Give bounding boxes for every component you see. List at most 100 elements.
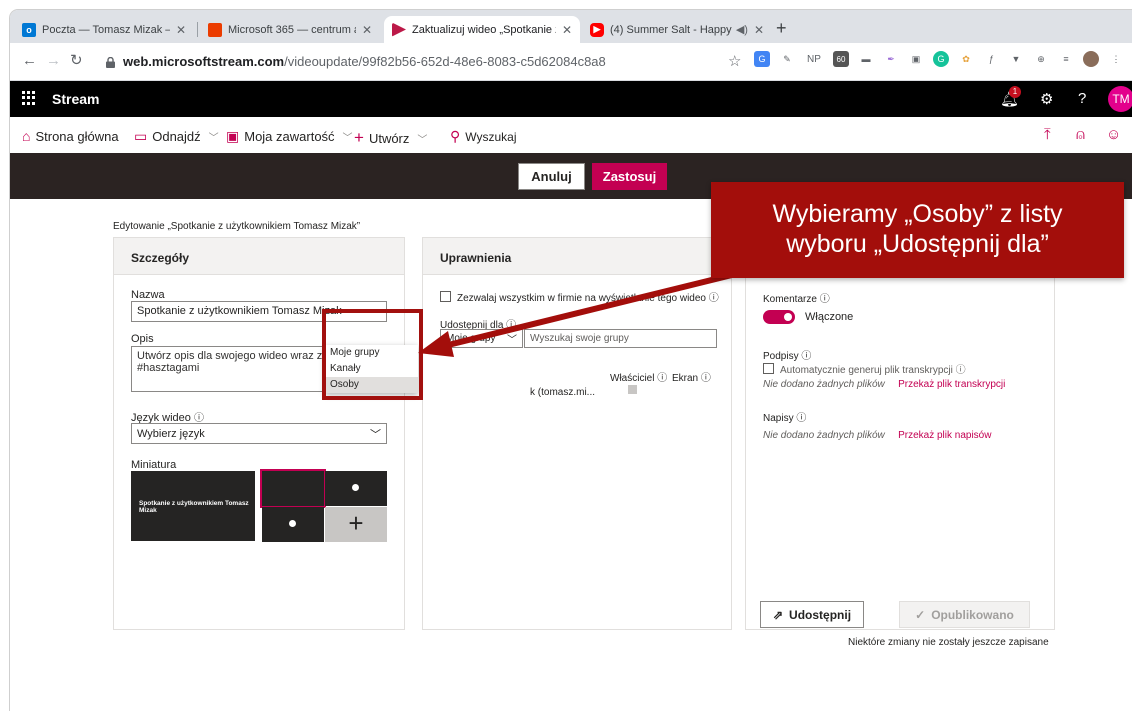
nav-search[interactable]: ⚲ Wyszukaj <box>450 128 517 145</box>
help-icon[interactable]: ? <box>1078 90 1086 107</box>
notification-badge: 1 <box>1009 86 1021 98</box>
add-thumbnail-button[interactable]: + <box>325 507 387 542</box>
queue-icon[interactable]: ≡ <box>1058 51 1074 67</box>
cookie-icon[interactable]: ✿ <box>958 51 974 67</box>
feather-icon[interactable]: ✒ <box>883 51 899 67</box>
owner-checkbox[interactable] <box>628 385 637 394</box>
dropdown-option-channels[interactable]: Kanały <box>325 361 418 377</box>
details-header: Szczegóły <box>114 238 404 275</box>
tab-youtube[interactable]: ▶ (4) Summer Salt - Happy C ◀) ✕ <box>582 16 772 43</box>
share-button-label: Udostępnij <box>789 607 852 622</box>
profile-icon[interactable] <box>1083 51 1099 67</box>
thumbnail-option-1[interactable] <box>260 469 326 508</box>
owner-column-header: Właściciel ⓘ <box>610 373 668 384</box>
reload-icon[interactable]: ↻ <box>70 53 83 69</box>
upload-subtitles-link[interactable]: Przekaż plik napisów <box>898 430 991 441</box>
annotation-callout: Wybieramy „Osoby” z listy wyboru „Udostę… <box>711 182 1124 278</box>
thumbnail-main[interactable]: Spotkanie z użytkownikiem Tomasz Mizak <box>131 471 255 541</box>
forward-icon[interactable]: → <box>46 53 61 69</box>
no-files-text: Nie dodano żadnych plików <box>763 430 885 441</box>
comments-label: Komentarze ⓘ <box>763 294 830 305</box>
cancel-button[interactable]: Anuluj <box>518 163 585 190</box>
screen-column-text: Ekran <box>672 373 699 384</box>
back-icon[interactable]: ← <box>22 53 37 69</box>
page-title: Edytowanie „Spotkanie z użytkownikiem To… <box>113 221 361 232</box>
subtitles-files-row: Nie dodano żadnych plików Przekaż plik n… <box>763 427 991 441</box>
apply-button[interactable]: Zastosuj <box>592 163 667 190</box>
bookmark-star-icon[interactable]: ☆ <box>728 52 741 70</box>
home-icon: ⌂ <box>22 128 31 144</box>
np-extension-icon[interactable]: NP <box>804 51 824 67</box>
youtube-icon: ▶ <box>590 22 604 37</box>
tab-stream[interactable]: Zaktualizuj wideo „Spotkanie z ✕ <box>384 16 580 43</box>
comments-state: Włączone <box>805 311 854 323</box>
checkbox-box <box>763 363 774 374</box>
comments-toggle[interactable]: Włączone <box>763 310 853 324</box>
tab-label: (4) Summer Salt - Happy C <box>610 23 732 36</box>
avatar[interactable]: TM <box>1108 86 1132 112</box>
office-icon <box>208 22 222 37</box>
screen-icon[interactable]: ▣ <box>908 51 924 67</box>
dropdown-option-my-groups[interactable]: Moje grupy <box>325 345 418 361</box>
new-tab-button[interactable]: + <box>776 16 787 40</box>
menu-icon[interactable]: ⋮ <box>1108 51 1124 67</box>
counter-extension-icon[interactable]: 60 <box>833 51 849 67</box>
audio-icon: ◀) <box>735 24 748 36</box>
close-icon[interactable]: ✕ <box>754 23 764 37</box>
extensions-toolbar: G ✎ NP 60 ▬ ✒ ▣ G ✿ ƒ ▼ ⊕ ≡ ⋮ <box>754 51 1124 67</box>
language-select[interactable]: Wybierz język ﹀ <box>131 423 387 444</box>
close-icon[interactable]: ✕ <box>362 23 372 37</box>
add-person-icon[interactable]: ⍝ <box>1076 126 1085 143</box>
nav-label: Wyszukaj <box>465 129 517 144</box>
name-input[interactable]: Spotkanie z użytkownikiem Tomasz Mizak <box>131 301 387 322</box>
toggle-switch <box>763 310 795 324</box>
discover-icon: ▭ <box>134 128 148 144</box>
translate-icon[interactable]: G <box>754 51 770 67</box>
camera-icon[interactable]: ▬ <box>858 51 874 67</box>
nav-home[interactable]: ⌂ Strona główna <box>22 128 119 144</box>
thumbnail-option-2[interactable] <box>325 471 387 506</box>
stream-header: Stream 🔔︎ 1 ⚙ ? TM <box>10 81 1132 117</box>
function-icon[interactable]: ƒ <box>983 51 999 67</box>
subtitles-label: Napisy ⓘ <box>763 413 807 424</box>
share-icon: ⇗ <box>772 607 784 622</box>
chevron-down-icon: ﹀ <box>342 133 353 144</box>
url-input[interactable]: web.microsoftstream.com/videoupdate/99f8… <box>100 48 760 75</box>
grammarly-icon[interactable]: G <box>933 51 949 67</box>
auto-captions-checkbox[interactable]: Automatycznie generuj plik transkrypcji … <box>763 361 966 376</box>
close-icon[interactable]: ✕ <box>562 23 572 37</box>
upload-transcript-link[interactable]: Przekaż plik transkrypcji <box>898 379 1005 390</box>
published-button: ✓ Opublikowano <box>899 601 1030 628</box>
gear-icon[interactable]: ⚙ <box>1040 90 1053 108</box>
callout-line-1: Wybieramy „Osoby” z listy <box>772 200 1063 228</box>
share-button[interactable]: ⇗ Udostępnij <box>760 601 864 628</box>
thumbnail-option-3[interactable] <box>262 507 324 542</box>
subtitles-label-text: Napisy <box>763 413 794 424</box>
chevron-down-icon: ﹀ <box>370 428 381 441</box>
nav-my-content[interactable]: ▣ Moja zawartość ﹀ <box>226 128 353 145</box>
checkmark-icon: ✓ <box>915 607 926 622</box>
tab-m365[interactable]: Microsoft 365 — centrum adm ✕ <box>200 16 380 43</box>
main-content: Edytowanie „Spotkanie z użytkownikiem To… <box>10 182 1132 711</box>
nav-discover[interactable]: ▭ Odnajdź ﹀ <box>134 128 219 145</box>
pen-icon[interactable]: ✎ <box>779 51 795 67</box>
description-label: Opis <box>131 333 154 345</box>
chevron-down-icon: ﹀ <box>417 134 428 146</box>
callout-line-2: wyboru „Udostępnij dla” <box>786 230 1049 258</box>
owner-column-text: Właściciel <box>610 373 655 384</box>
nav-create[interactable]: + Utwórz ﹀ <box>354 128 427 148</box>
no-files-text: Nie dodano żadnych plików <box>763 379 885 390</box>
tab-outlook[interactable]: o Poczta — Tomasz Mizak — Out ✕ <box>14 16 194 43</box>
download-icon[interactable]: ⊕ <box>1033 51 1049 67</box>
search-icon: ⚲ <box>450 128 461 144</box>
upload-icon[interactable]: ⤒ <box>1044 126 1051 143</box>
feedback-smiley-icon[interactable]: ☺ <box>1106 126 1121 143</box>
vue-icon[interactable]: ▼ <box>1008 51 1024 67</box>
thumbnail-title: Spotkanie z użytkownikiem Tomasz Mizak <box>139 500 249 514</box>
close-icon[interactable]: ✕ <box>176 23 186 37</box>
url-domain: web.microsoftstream.com <box>123 54 285 69</box>
dropdown-option-people[interactable]: Osoby <box>325 377 418 393</box>
app-brand[interactable]: Stream <box>52 91 99 107</box>
chevron-down-icon: ﹀ <box>208 133 219 144</box>
app-launcher-icon[interactable] <box>22 91 36 105</box>
